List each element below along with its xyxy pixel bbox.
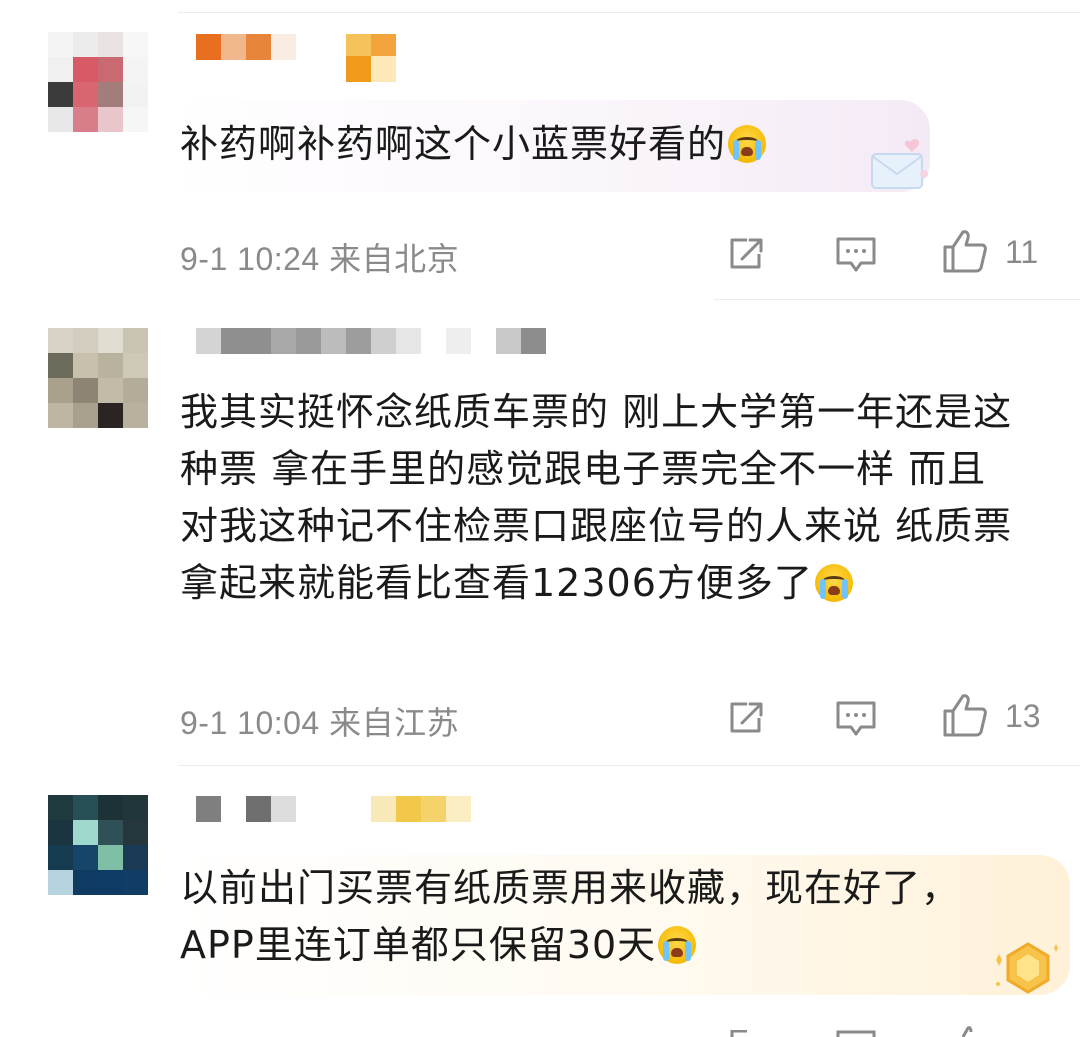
- laugh-cry-face-emoji: [658, 926, 697, 964]
- share-icon[interactable]: [727, 1030, 767, 1037]
- comment-item: 以前出门买票有纸质票用来收藏，现在好了，APP里连订单都只保留30天: [0, 0, 1080, 1037]
- comment-icon[interactable]: [835, 1030, 877, 1037]
- username[interactable]: [196, 796, 471, 822]
- gold-badge-icon: [996, 942, 1058, 994]
- avatar[interactable]: [48, 795, 148, 895]
- comment-text: 以前出门买票有纸质票用来收藏，现在好了，APP里连订单都只保留30天: [180, 866, 961, 967]
- thumbs-up-icon[interactable]: [942, 1026, 988, 1037]
